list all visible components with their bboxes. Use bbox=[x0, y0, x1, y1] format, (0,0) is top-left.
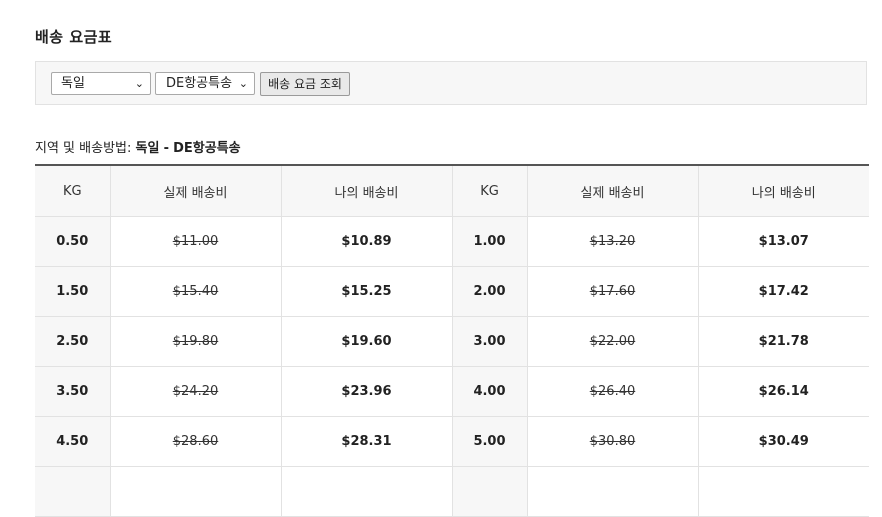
actual-fee-cell: $17.60 bbox=[526, 266, 698, 317]
filter-bar: 독일 ⌄ DE항공특송 ⌄ 배송 요금 조회 bbox=[35, 61, 867, 105]
table-row: 3.50 $24.20 $23.96 4.00 $26.40 $26.14 bbox=[35, 366, 869, 417]
my-fee-cell: $28.31 bbox=[280, 416, 452, 467]
my-fee-cell bbox=[697, 466, 869, 517]
actual-fee-cell: $15.40 bbox=[109, 266, 281, 317]
shipping-method-select-value: DE항공특송 bbox=[166, 76, 233, 91]
table-row-partial bbox=[35, 466, 869, 517]
actual-fee-cell: $30.80 bbox=[526, 416, 698, 467]
weight-cell: 4.50 bbox=[35, 416, 110, 467]
column-header-actual-fee: 실제 배송비 bbox=[526, 165, 698, 217]
weight-cell: 5.00 bbox=[451, 416, 527, 467]
page-title: 배송 요금표 bbox=[35, 28, 113, 46]
my-fee-cell bbox=[280, 466, 452, 517]
chevron-down-icon: ⌄ bbox=[134, 77, 144, 90]
weight-cell: 2.00 bbox=[451, 266, 527, 317]
weight-cell: 2.50 bbox=[35, 316, 110, 367]
route-separator: - bbox=[163, 141, 169, 156]
table-row: 1.50 $15.40 $15.25 2.00 $17.60 $17.42 bbox=[35, 266, 869, 317]
my-fee-cell: $26.14 bbox=[697, 366, 869, 417]
weight-cell: 0.50 bbox=[35, 216, 110, 267]
route-method: DE항공특송 bbox=[173, 141, 241, 156]
my-fee-cell: $23.96 bbox=[280, 366, 452, 417]
chevron-down-icon: ⌄ bbox=[238, 77, 248, 90]
actual-fee-cell bbox=[526, 466, 698, 517]
actual-fee-cell: $28.60 bbox=[109, 416, 281, 467]
actual-fee-cell: $19.80 bbox=[109, 316, 281, 367]
weight-cell: 3.50 bbox=[35, 366, 110, 417]
weight-cell bbox=[451, 466, 527, 517]
actual-fee-cell: $24.20 bbox=[109, 366, 281, 417]
table-row: 4.50 $28.60 $28.31 5.00 $30.80 $30.49 bbox=[35, 416, 869, 467]
my-fee-cell: $19.60 bbox=[280, 316, 452, 367]
column-header-my-fee: 나의 배송비 bbox=[697, 165, 869, 217]
rate-query-button[interactable]: 배송 요금 조회 bbox=[260, 72, 350, 96]
weight-cell: 1.50 bbox=[35, 266, 110, 317]
shipping-method-select[interactable]: DE항공특송 ⌄ bbox=[155, 72, 255, 95]
column-header-kg: KG bbox=[451, 165, 527, 217]
weight-cell: 4.00 bbox=[451, 366, 527, 417]
route-summary: 지역 및 배송방법: 독일 - DE항공특송 bbox=[35, 137, 241, 156]
rate-table: KG 실제 배송비 나의 배송비 KG 실제 배송비 나의 배송비 0.50 $… bbox=[35, 164, 869, 517]
table-row: 2.50 $19.80 $19.60 3.00 $22.00 $21.78 bbox=[35, 316, 869, 367]
country-select[interactable]: 독일 ⌄ bbox=[51, 72, 151, 95]
my-fee-cell: $17.42 bbox=[697, 266, 869, 317]
my-fee-cell: $30.49 bbox=[697, 416, 869, 467]
my-fee-cell: $21.78 bbox=[697, 316, 869, 367]
weight-cell: 1.00 bbox=[451, 216, 527, 267]
actual-fee-cell: $11.00 bbox=[109, 216, 281, 267]
actual-fee-cell: $13.20 bbox=[526, 216, 698, 267]
route-country: 독일 bbox=[135, 141, 160, 156]
route-label: 지역 및 배송방법: bbox=[35, 141, 132, 156]
table-header-row: KG 실제 배송비 나의 배송비 KG 실제 배송비 나의 배송비 bbox=[35, 165, 869, 217]
column-header-kg: KG bbox=[35, 165, 110, 217]
column-header-actual-fee: 실제 배송비 bbox=[109, 165, 281, 217]
my-fee-cell: $10.89 bbox=[280, 216, 452, 267]
column-header-my-fee: 나의 배송비 bbox=[280, 165, 452, 217]
weight-cell: 3.00 bbox=[451, 316, 527, 367]
weight-cell bbox=[35, 466, 110, 517]
actual-fee-cell bbox=[109, 466, 281, 517]
my-fee-cell: $13.07 bbox=[697, 216, 869, 267]
country-select-value: 독일 bbox=[61, 76, 85, 91]
table-row: 0.50 $11.00 $10.89 1.00 $13.20 $13.07 bbox=[35, 216, 869, 267]
actual-fee-cell: $22.00 bbox=[526, 316, 698, 367]
actual-fee-cell: $26.40 bbox=[526, 366, 698, 417]
my-fee-cell: $15.25 bbox=[280, 266, 452, 317]
